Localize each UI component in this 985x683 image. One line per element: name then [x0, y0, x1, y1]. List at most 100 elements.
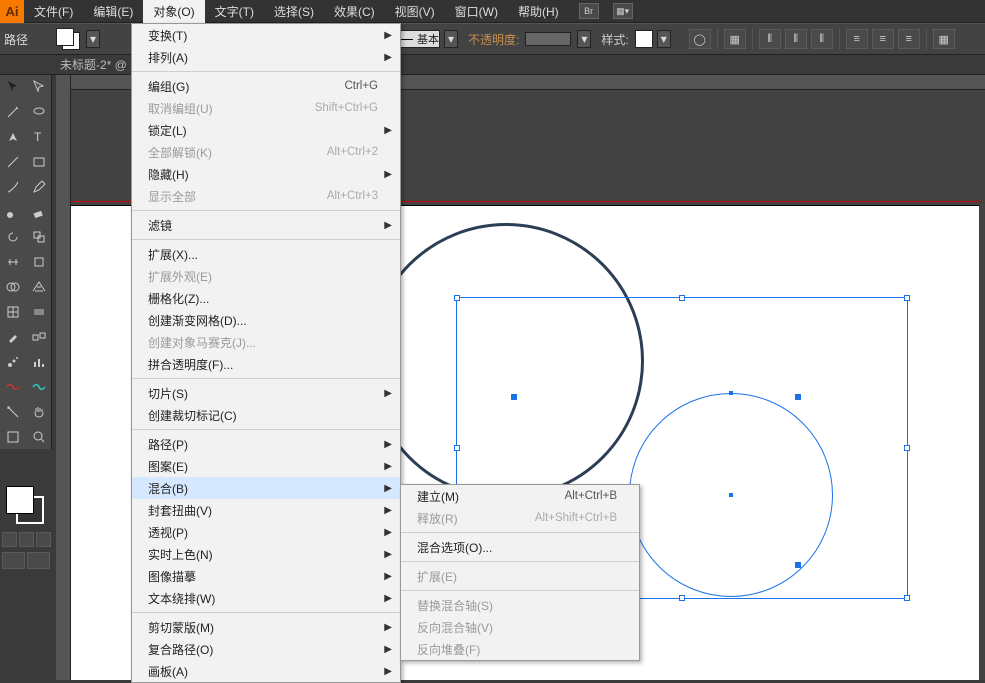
eyedropper-tool-icon[interactable]	[0, 325, 25, 349]
menu-group[interactable]: 编组(G)Ctrl+G	[132, 75, 400, 97]
type-tool-icon[interactable]: T	[26, 125, 51, 149]
align-bottom-icon[interactable]: ≡	[898, 29, 920, 49]
align-mid-icon[interactable]: ≡	[872, 29, 894, 49]
align-left-icon[interactable]: ⦀	[759, 29, 781, 49]
blob-brush-tool-icon[interactable]	[0, 200, 25, 224]
swatch-dropdown-icon[interactable]: ▾	[86, 30, 100, 48]
menu-effect[interactable]: 效果(C)	[324, 0, 385, 23]
arrange-docs-icon[interactable]: ▦▾	[613, 3, 633, 19]
menu-image-trace[interactable]: 图像描摹▶	[132, 565, 400, 587]
menu-pattern[interactable]: 图案(E)▶	[132, 455, 400, 477]
symbol-sprayer-tool-icon[interactable]	[0, 350, 25, 374]
style-dropdown-icon[interactable]: ▾	[657, 30, 671, 48]
eraser-tool-icon[interactable]	[26, 200, 51, 224]
menu-arrange[interactable]: 排列(A)▶	[132, 46, 400, 68]
zoom-tool-icon[interactable]	[26, 425, 51, 449]
menu-select[interactable]: 选择(S)	[264, 0, 324, 23]
free-transform-tool-icon[interactable]	[26, 250, 51, 274]
menu-clipping-mask[interactable]: 剪切蒙版(M)▶	[132, 616, 400, 638]
bridge-icon[interactable]: Br	[579, 3, 599, 19]
fill-color-icon[interactable]	[6, 486, 34, 514]
menu-live-paint[interactable]: 实时上色(N)▶	[132, 543, 400, 565]
slice-tool-icon[interactable]	[26, 375, 51, 399]
opacity-slider[interactable]	[525, 32, 571, 46]
selection-tool-icon[interactable]	[0, 75, 25, 99]
handle-w-icon[interactable]	[454, 445, 460, 451]
menu-filter[interactable]: 滤镜▶	[132, 214, 400, 236]
menu-crop-marks[interactable]: 创建裁切标记(C)	[132, 404, 400, 426]
menu-artboards[interactable]: 画板(A)▶	[132, 660, 400, 682]
fill-swatch-icon[interactable]	[56, 28, 74, 46]
screen-mode-full-icon[interactable]	[27, 552, 50, 569]
menu-transform[interactable]: 变换(T)▶	[132, 24, 400, 46]
magic-wand-tool-icon[interactable]	[0, 100, 25, 124]
transform-panel-icon[interactable]: ▦	[933, 29, 955, 49]
print-tiling-tool-icon[interactable]	[0, 425, 25, 449]
handle-n-icon[interactable]	[679, 295, 685, 301]
perspective-grid-tool-icon[interactable]	[26, 275, 51, 299]
menu-edit[interactable]: 编辑(E)	[83, 0, 143, 23]
shape-builder-tool-icon[interactable]	[0, 275, 25, 299]
anchor-1-icon[interactable]	[511, 394, 517, 400]
rotate-tool-icon[interactable]	[0, 225, 25, 249]
menu-window[interactable]: 窗口(W)	[445, 0, 508, 23]
screen-mode-normal-icon[interactable]	[2, 552, 25, 569]
width-tool-icon[interactable]	[0, 250, 25, 274]
menu-blend[interactable]: 混合(B)▶	[132, 477, 400, 499]
stroke-profile-dropdown-icon[interactable]: ▾	[444, 30, 458, 48]
menu-slice[interactable]: 切片(S)▶	[132, 382, 400, 404]
menu-object[interactable]: 对象(O)	[143, 0, 204, 23]
menu-view[interactable]: 视图(V)	[385, 0, 445, 23]
menu-file[interactable]: 文件(F)	[24, 0, 83, 23]
fill-stroke-swatch[interactable]	[56, 28, 82, 50]
menu-perspective[interactable]: 透视(P)▶	[132, 521, 400, 543]
anchor-2-icon[interactable]	[795, 394, 801, 400]
artboard-tool-icon[interactable]	[0, 375, 25, 399]
menu-path[interactable]: 路径(P)▶	[132, 433, 400, 455]
align-top-icon[interactable]: ≡	[846, 29, 868, 49]
column-graph-tool-icon[interactable]	[26, 350, 51, 374]
shape-circle-blue[interactable]	[629, 393, 833, 597]
menu-compound-path[interactable]: 复合路径(O)▶	[132, 638, 400, 660]
menu-gradient-mesh[interactable]: 创建渐变网格(D)...	[132, 309, 400, 331]
menu-lock[interactable]: 锁定(L)▶	[132, 119, 400, 141]
ruler-vertical[interactable]	[56, 75, 71, 680]
fill-stroke-well[interactable]	[6, 486, 46, 526]
slice-tool-2-icon[interactable]	[0, 400, 25, 424]
menu-envelope[interactable]: 封套扭曲(V)▶	[132, 499, 400, 521]
menu-type[interactable]: 文字(T)	[205, 0, 264, 23]
line-tool-icon[interactable]	[0, 150, 25, 174]
lasso-tool-icon[interactable]	[26, 100, 51, 124]
recolor-icon[interactable]: ◯	[689, 29, 711, 49]
menu-hide[interactable]: 隐藏(H)▶	[132, 163, 400, 185]
color-mode-none-icon[interactable]	[36, 532, 51, 547]
pen-tool-icon[interactable]	[0, 125, 25, 149]
menu-flatten-transparency[interactable]: 拼合透明度(F)...	[132, 353, 400, 375]
mesh-tool-icon[interactable]	[0, 300, 25, 324]
blend-tool-icon[interactable]	[26, 325, 51, 349]
handle-nw-icon[interactable]	[454, 295, 460, 301]
document-tab[interactable]: 未标题-2* @	[60, 56, 127, 73]
gradient-tool-icon[interactable]	[26, 300, 51, 324]
pencil-tool-icon[interactable]	[26, 175, 51, 199]
handle-se-icon[interactable]	[904, 595, 910, 601]
blend-make[interactable]: 建立(M)Alt+Ctrl+B	[401, 485, 639, 507]
color-mode-gradient-icon[interactable]	[19, 532, 34, 547]
opacity-dropdown-icon[interactable]: ▾	[577, 30, 591, 48]
menu-rasterize[interactable]: 栅格化(Z)...	[132, 287, 400, 309]
align-center-icon[interactable]: ⦀	[785, 29, 807, 49]
anchor-top-icon[interactable]	[729, 391, 733, 395]
menu-text-wrap[interactable]: 文本绕排(W)▶	[132, 587, 400, 609]
hand-tool-icon[interactable]	[26, 400, 51, 424]
handle-ne-icon[interactable]	[904, 295, 910, 301]
scale-tool-icon[interactable]	[26, 225, 51, 249]
rectangle-tool-icon[interactable]	[26, 150, 51, 174]
blend-options[interactable]: 混合选项(O)...	[401, 536, 639, 558]
graphic-style-swatch[interactable]	[635, 30, 653, 48]
menu-expand[interactable]: 扩展(X)...	[132, 243, 400, 265]
align-panel-icon[interactable]: ▦	[724, 29, 746, 49]
center-point-icon[interactable]	[729, 493, 733, 497]
menu-help[interactable]: 帮助(H)	[508, 0, 569, 23]
handle-e-icon[interactable]	[904, 445, 910, 451]
direct-selection-tool-icon[interactable]	[26, 75, 51, 99]
